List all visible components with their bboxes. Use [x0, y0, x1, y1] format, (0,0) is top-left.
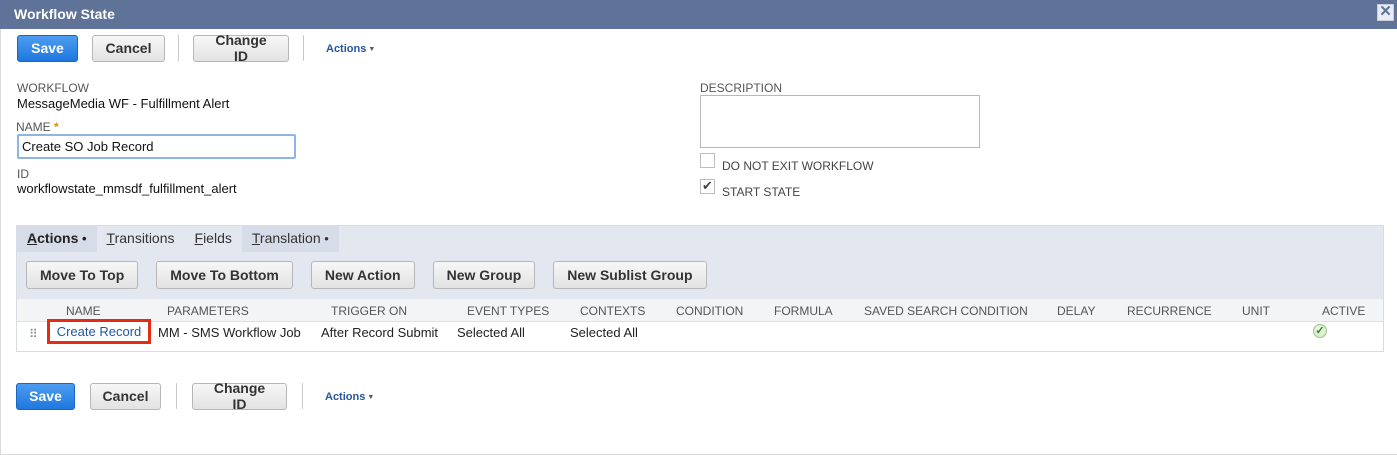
column-header-parameters[interactable]: PARAMETERS — [167, 304, 249, 318]
change-id-button-bottom[interactable]: Change ID — [192, 380, 287, 412]
column-header-name[interactable]: NAME — [66, 304, 101, 318]
change-id-button[interactable]: Change ID — [193, 32, 289, 64]
do-not-exit-label: DO NOT EXIT WORKFLOW — [722, 159, 874, 173]
checkmark-icon: ✓ — [1313, 324, 1327, 338]
action-name-link[interactable]: Create Record — [47, 319, 151, 344]
cell-event-types: Selected All — [457, 325, 525, 340]
top-toolbar: Save Cancel Change ID Actions ▼ — [17, 32, 375, 64]
move-to-top-button[interactable]: Move To Top — [26, 261, 139, 289]
column-header-active[interactable]: ACTIVE — [1322, 304, 1365, 318]
description-textarea[interactable] — [700, 95, 980, 148]
new-group-button[interactable]: New Group — [432, 261, 536, 289]
cancel-button[interactable]: Cancel — [92, 34, 165, 62]
window-border — [0, 29, 1, 455]
checkmark-icon: ✔ — [702, 178, 713, 193]
toolbar-separator — [176, 383, 177, 409]
save-button[interactable]: Save — [17, 34, 78, 62]
name-label: NAME * — [16, 120, 59, 134]
toolbar-separator — [178, 35, 179, 61]
actions-table: NAME PARAMETERS TRIGGER ON EVENT TYPES C… — [17, 299, 1383, 351]
actions-menu-label: Actions — [325, 391, 366, 403]
workflow-value: MessageMedia WF - Fulfillment Alert — [17, 96, 230, 111]
id-value: workflowstate_mmsdf_fulfillment_alert — [17, 181, 237, 196]
toolbar-separator — [302, 383, 303, 409]
column-header-formula[interactable]: FORMULA — [774, 304, 833, 318]
sublist-tabs: Actions Transitions Fields Translation — [17, 226, 339, 252]
table-header: NAME PARAMETERS TRIGGER ON EVENT TYPES C… — [17, 299, 1383, 322]
column-header-unit[interactable]: UNIT — [1242, 304, 1270, 318]
cancel-button-bottom[interactable]: Cancel — [90, 382, 161, 410]
bottom-toolbar: Save Cancel Change ID Actions ▼ — [16, 380, 374, 412]
actions-menu-label: Actions — [326, 43, 367, 55]
description-label: DESCRIPTION — [700, 81, 783, 95]
column-header-delay[interactable]: DELAY — [1057, 304, 1095, 318]
column-header-contexts[interactable]: CONTEXTS — [580, 304, 645, 318]
column-header-trigger-on[interactable]: TRIGGER ON — [331, 304, 407, 318]
save-button-bottom[interactable]: Save — [16, 382, 75, 410]
close-icon[interactable]: ✕ — [1377, 4, 1394, 21]
new-sublist-group-button[interactable]: New Sublist Group — [553, 261, 707, 289]
cell-trigger-on: After Record Submit — [321, 325, 439, 340]
cell-contexts: Selected All — [570, 325, 638, 340]
tab-actions[interactable]: Actions — [17, 226, 97, 252]
workflow-label: WORKFLOW — [17, 81, 89, 95]
caret-down-icon: ▼ — [368, 46, 376, 53]
start-state-label: START STATE — [722, 185, 801, 199]
column-header-recurrence[interactable]: RECURRENCE — [1127, 304, 1212, 318]
move-to-bottom-button[interactable]: Move To Bottom — [156, 261, 293, 289]
cell-parameters: MM - SMS Workflow Job — [158, 325, 301, 340]
tab-translation[interactable]: Translation — [241, 226, 339, 252]
column-header-saved-search-condition[interactable]: SAVED SEARCH CONDITION — [864, 304, 1028, 318]
tab-fields[interactable]: Fields — [185, 226, 242, 252]
caret-down-icon: ▼ — [367, 394, 375, 401]
column-header-event-types[interactable]: EVENT TYPES — [467, 304, 549, 318]
id-label: ID — [17, 167, 29, 181]
name-input[interactable] — [17, 134, 296, 159]
do-not-exit-checkbox[interactable] — [700, 153, 715, 168]
new-action-button[interactable]: New Action — [310, 261, 415, 289]
column-header-condition[interactable]: CONDITION — [676, 304, 743, 318]
window-title: Workflow State — [14, 6, 115, 22]
sublist-toolbar: Move To Top Move To Bottom New Action Ne… — [26, 261, 707, 289]
window-titlebar: Workflow State ✕ — [0, 0, 1397, 29]
actions-sublist: Actions Transitions Fields Translation M… — [16, 225, 1384, 352]
actions-menu-bottom[interactable]: Actions ▼ — [325, 387, 374, 405]
actions-menu[interactable]: Actions ▼ — [326, 39, 375, 57]
required-marker: * — [54, 120, 59, 134]
toolbar-separator — [303, 35, 304, 61]
tab-transitions[interactable]: Transitions — [97, 226, 185, 252]
name-label-text: NAME — [16, 120, 51, 134]
start-state-checkbox[interactable]: ✔ — [700, 179, 715, 194]
drag-handle-icon[interactable]: ⠿ — [29, 327, 38, 341]
